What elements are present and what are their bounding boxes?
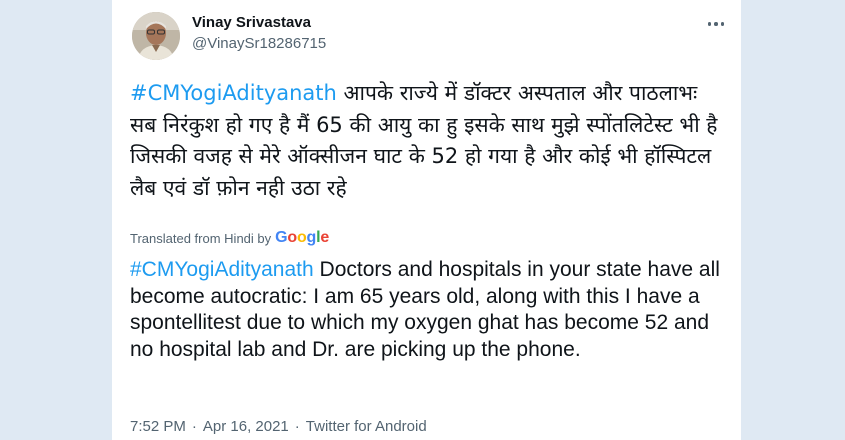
profile-photo-icon	[132, 12, 180, 60]
tweet-source[interactable]: Twitter for Android	[306, 418, 427, 435]
more-dot	[707, 22, 712, 26]
tweet-metadata: 7:52 PM · Apr 16, 2021 · Twitter for Android	[130, 418, 427, 435]
more-dot	[714, 22, 718, 26]
tweet-translated-text: #CMYogiAdityanath Doctors and hospitals …	[130, 257, 730, 363]
tweet-original-text: #CMYogiAdityanath आपके राज्ये में डॉक्टर…	[130, 78, 730, 204]
separator: ·	[191, 418, 197, 435]
hashtag-link[interactable]: #CMYogiAdityanath	[130, 258, 314, 281]
hashtag-link[interactable]: #CMYogiAdityanath	[130, 81, 337, 105]
tweet-card: Vinay Srivastava @VinaySr18286715 #CMYog…	[112, 0, 741, 440]
google-logo[interactable]: Google	[275, 229, 329, 247]
author-name[interactable]: Vinay Srivastava	[192, 14, 311, 31]
author-handle[interactable]: @VinaySr18286715	[192, 35, 326, 52]
more-dot	[720, 22, 725, 26]
separator: ·	[294, 418, 300, 435]
tweet-time[interactable]: 7:52 PM	[130, 418, 186, 435]
tweet-date[interactable]: Apr 16, 2021	[203, 418, 289, 435]
more-horizontal-icon[interactable]	[704, 16, 728, 32]
avatar[interactable]	[132, 12, 180, 60]
translation-attribution: Translated from Hindi by Google	[130, 229, 329, 247]
translated-from-label: Translated from Hindi by	[130, 230, 272, 246]
